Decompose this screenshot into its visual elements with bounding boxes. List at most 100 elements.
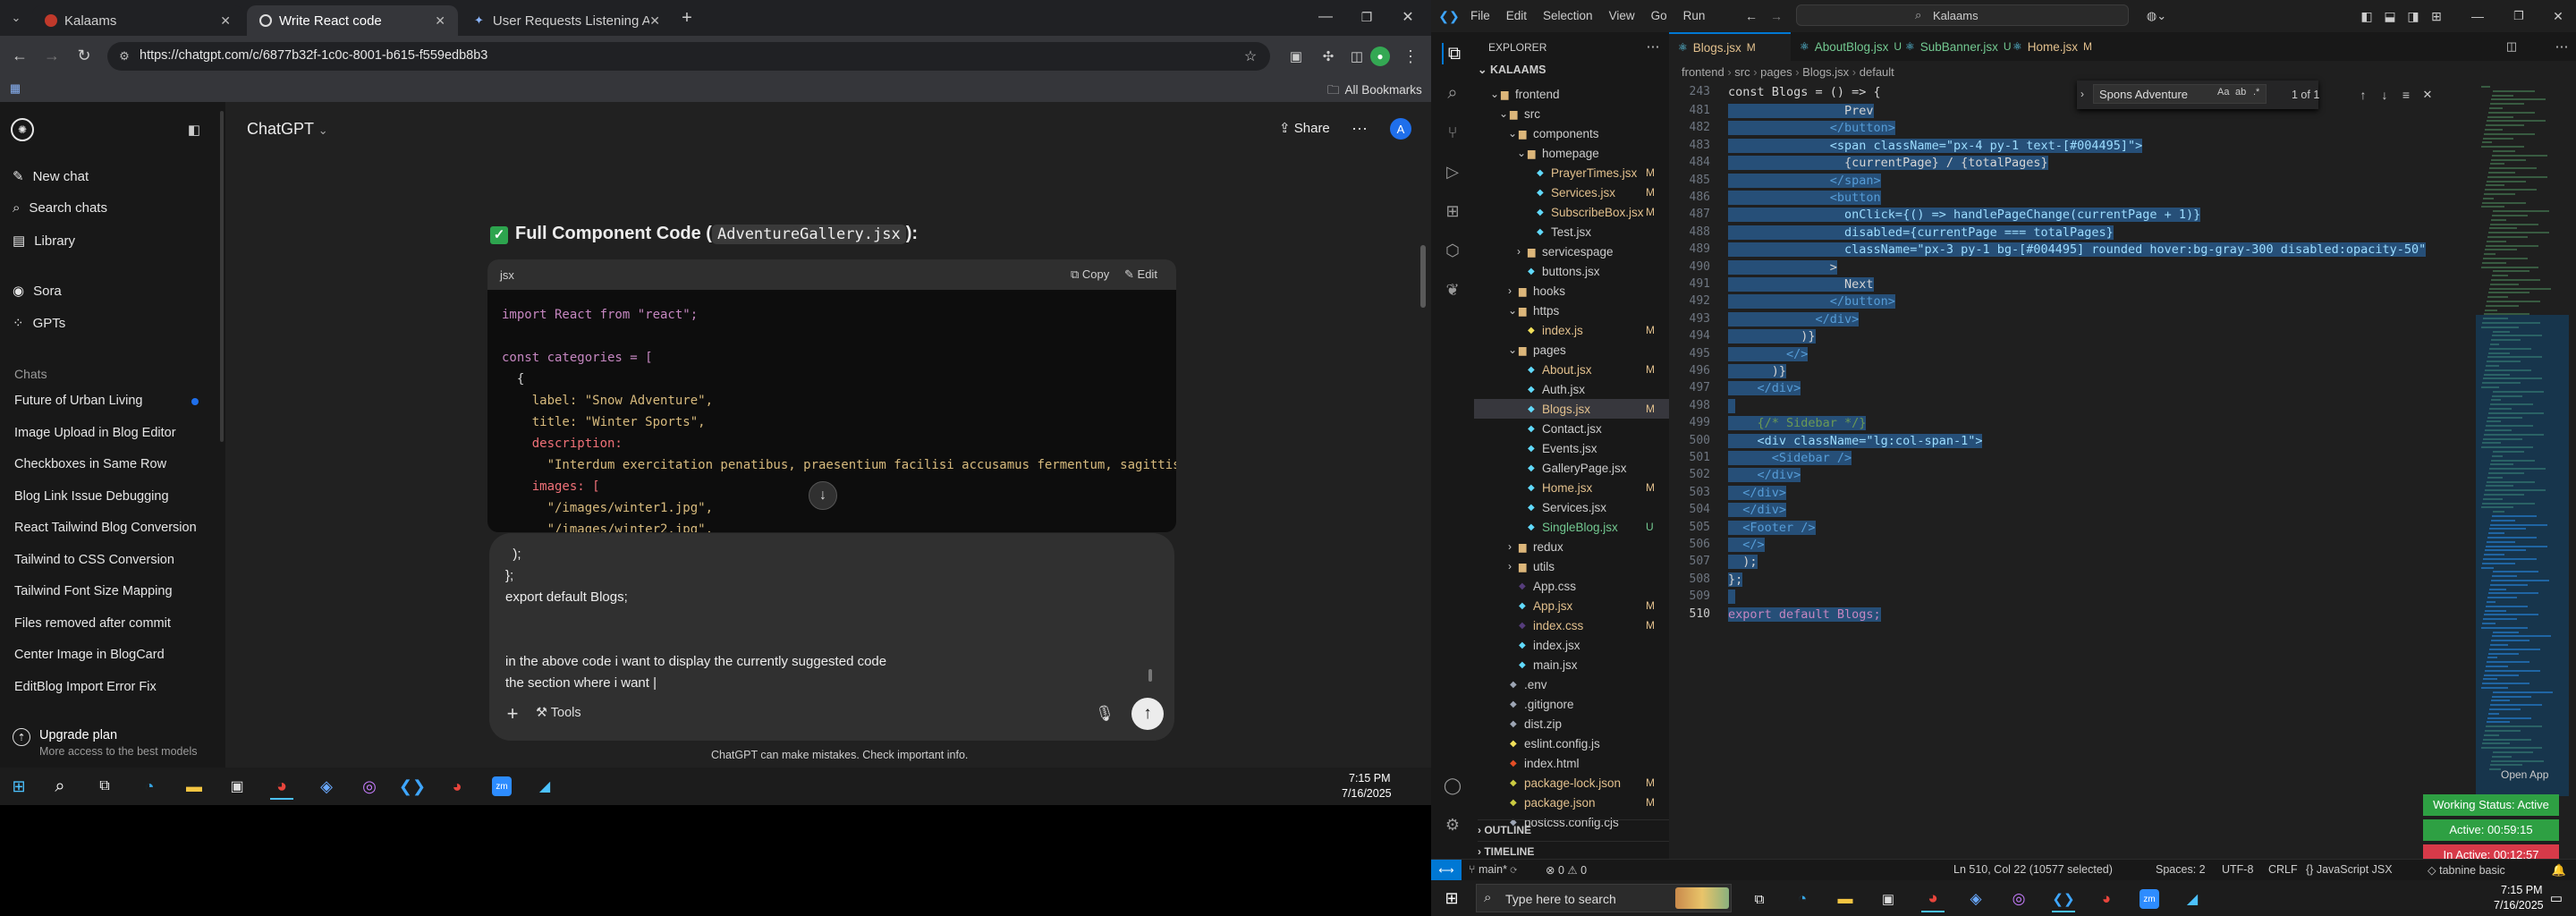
back-arrow-icon[interactable]: ← (9, 45, 30, 66)
close-tab-icon[interactable]: ✕ (649, 13, 660, 29)
previous-match-icon[interactable]: ↑ (2354, 86, 2372, 104)
search-chats-button[interactable]: ⌕ Search chats (13, 200, 107, 216)
menu-item-go[interactable]: Go (1651, 9, 1667, 22)
cursor-position[interactable]: Ln 510, Col 22 (10577 selected) (1953, 863, 2113, 876)
more-options-icon[interactable]: ⋯ (1349, 118, 1370, 140)
search-icon[interactable]: ⌕ (50, 776, 70, 796)
chrome-icon-2[interactable]: ◕ (447, 776, 467, 796)
chrome-icon[interactable]: ◕ (1921, 887, 1945, 912)
tools-button[interactable]: ⚒ Tools (536, 706, 581, 720)
chat-history-item[interactable]: Tailwind to CSS Conversion (14, 553, 174, 567)
forward-arrow-icon[interactable]: → (41, 45, 63, 66)
chat-history-item[interactable]: Files removed after commit (14, 616, 171, 631)
tree-item[interactable]: ◆ index.jsx (1474, 635, 1669, 655)
tree-item[interactable]: ⌄ ▆ frontend (1474, 84, 1669, 104)
editor-tab[interactable]: ⚛ SubBanner.jsx U (1896, 32, 2012, 61)
app-icon[interactable]: ◈ (1966, 889, 1986, 909)
layout-secondary-icon[interactable]: ◨ (2404, 7, 2422, 25)
tree-item[interactable]: ◆ index.css M (1474, 615, 1669, 635)
code-editor[interactable]: 481 Prev 482 </button> 483 <span className… (1669, 104, 2456, 640)
menu-item-run[interactable]: Run (1683, 9, 1706, 22)
tree-item[interactable]: ⌄ ▆ components (1474, 123, 1669, 143)
tree-item[interactable]: ⌄ ▆ src (1474, 104, 1669, 123)
language-mode[interactable]: {} JavaScript JSX (2306, 863, 2393, 876)
tab-search-icon[interactable]: ⌄ (7, 9, 25, 27)
editor-tab[interactable]: ⚛ Blogs.jsx M (1669, 32, 1791, 61)
microphone-icon[interactable]: 🎙 (1094, 703, 1115, 725)
tree-item[interactable]: ◆ Contact.jsx (1474, 419, 1669, 438)
sora-button[interactable]: ◉ Sora (13, 283, 62, 300)
copy-code-button[interactable]: ⧉ Copy (1071, 267, 1109, 282)
store-icon[interactable]: ▣ (1878, 889, 1898, 909)
address-bar[interactable]: ⚙ https://chatgpt.com/c/6877b32f-1c0c-80… (107, 42, 1270, 71)
bookmark-star-icon[interactable]: ☆ (1241, 47, 1259, 65)
close-window-icon[interactable]: ✕ (1397, 7, 1419, 27)
add-attachment-icon[interactable]: + (502, 702, 523, 725)
tree-item[interactable]: ◆ index.js M (1474, 320, 1669, 340)
send-button[interactable]: ↑ (1131, 698, 1164, 730)
copilot-icon[interactable]: ◍⌄ (2147, 7, 2166, 25)
tree-item[interactable]: ◆ App.jsx M (1474, 596, 1669, 615)
chat-history-item[interactable]: Tailwind Font Size Mapping (14, 584, 173, 598)
breadcrumb-item[interactable]: Blogs.jsx (1802, 65, 1849, 79)
find-in-selection-icon[interactable]: ≡ (2397, 86, 2415, 104)
tree-item[interactable]: ◆ dist.zip (1474, 714, 1669, 734)
tree-item[interactable]: ⌄ ▆ pages (1474, 340, 1669, 360)
all-bookmarks-link[interactable]: 🗀 All Bookmarks (1327, 81, 1422, 102)
close-tab-icon[interactable]: ✕ (220, 13, 231, 29)
more-actions-icon[interactable]: ⋯ (1644, 38, 1662, 55)
app-arrow-icon[interactable]: ◢ (2182, 889, 2202, 909)
tabnine-status[interactable]: ◇ tabnine basic (2428, 863, 2505, 877)
menu-item-edit[interactable]: Edit (1506, 9, 1527, 22)
back-arrow-icon[interactable]: ← (1742, 7, 1760, 25)
edge-icon[interactable]: ◔ (140, 776, 159, 796)
new-tab-plus-icon[interactable]: + (678, 8, 696, 28)
find-input[interactable]: Spons Adventure Aa ab .* (2093, 84, 2267, 104)
chat-history-item[interactable]: EditBlog Import Error Fix (14, 680, 157, 694)
menu-item-file[interactable]: File (1470, 9, 1490, 22)
editor-tab[interactable]: ⚛ AboutBlog.jsx U (1791, 32, 1902, 61)
problems-indicator[interactable]: ⊗ 0 ⚠ 0 (1546, 863, 1587, 877)
explorer-files-icon[interactable]: ⧉ (1442, 43, 1465, 64)
breadcrumb-item[interactable]: default (1860, 65, 1894, 79)
task-view-icon[interactable]: ⧉ (95, 776, 114, 796)
match-case-icon[interactable]: Aa (2217, 87, 2229, 98)
chat-history-item[interactable]: Checkboxes in Same Row (14, 457, 166, 471)
menu-item-selection[interactable]: Selection (1543, 9, 1593, 22)
tree-item[interactable]: ◆ Services.jsx M (1474, 182, 1669, 202)
close-find-icon[interactable]: ✕ (2419, 86, 2436, 104)
chrome-icon-2[interactable]: ◕ (2097, 889, 2116, 909)
tree-item[interactable]: ◆ main.jsx (1474, 655, 1669, 674)
layout-sidebar-icon[interactable]: ◧ (2358, 7, 2376, 25)
new-chat-button[interactable]: ✎ New chat (13, 168, 89, 185)
message-composer[interactable]: );}; export default Blogs; in the above co… (489, 533, 1174, 741)
tree-item[interactable]: › ▆ utils (1474, 556, 1669, 576)
extensions-puzzle-icon[interactable]: ✣ (1318, 47, 1338, 66)
library-button[interactable]: ▤ Library (13, 233, 75, 250)
toggle-sidebar-icon[interactable]: ◧ (184, 120, 204, 140)
tree-item[interactable]: ◆ SubscribeBox.jsx M (1474, 202, 1669, 222)
chrome-menu-icon[interactable]: ⋮ (1401, 47, 1420, 66)
edge-icon[interactable]: ◔ (1792, 889, 1812, 909)
tree-item[interactable]: ◆ SingleBlog.jsx U (1474, 517, 1669, 537)
run-debug-icon[interactable]: ▷ (1442, 161, 1463, 182)
chrome-tab-user-requests[interactable]: ✦ User Requests Listening Assis ✕ (462, 5, 673, 36)
minimap-viewport[interactable] (2476, 315, 2569, 796)
user-avatar[interactable]: A (1390, 118, 1411, 140)
breadcrumb-item[interactable]: src (1734, 65, 1750, 79)
composer-scrollbar[interactable] (1148, 669, 1152, 682)
regex-icon[interactable]: .* (2253, 87, 2259, 98)
tree-item[interactable]: ◆ .env (1474, 674, 1669, 694)
tree-item[interactable]: ◆ package-lock.json M (1474, 773, 1669, 793)
minimize-window-icon[interactable]: — (2469, 7, 2487, 25)
zoom-icon[interactable]: zm (492, 776, 512, 796)
toggle-replace-icon[interactable]: › (2080, 88, 2084, 100)
app-icon[interactable]: ◈ (317, 776, 336, 796)
encoding[interactable]: UTF-8 (2222, 863, 2253, 876)
chat-history-item[interactable]: Future of Urban Living (14, 394, 142, 408)
editor-tab[interactable]: ⚛ Home.jsx M (2004, 32, 2092, 61)
indentation[interactable]: Spaces: 2 (2156, 863, 2206, 876)
openai-logo-icon[interactable]: ✺ (11, 118, 34, 141)
site-info-icon[interactable]: ⚙ (116, 48, 132, 64)
extension-icon[interactable]: ▣ (1286, 47, 1306, 66)
